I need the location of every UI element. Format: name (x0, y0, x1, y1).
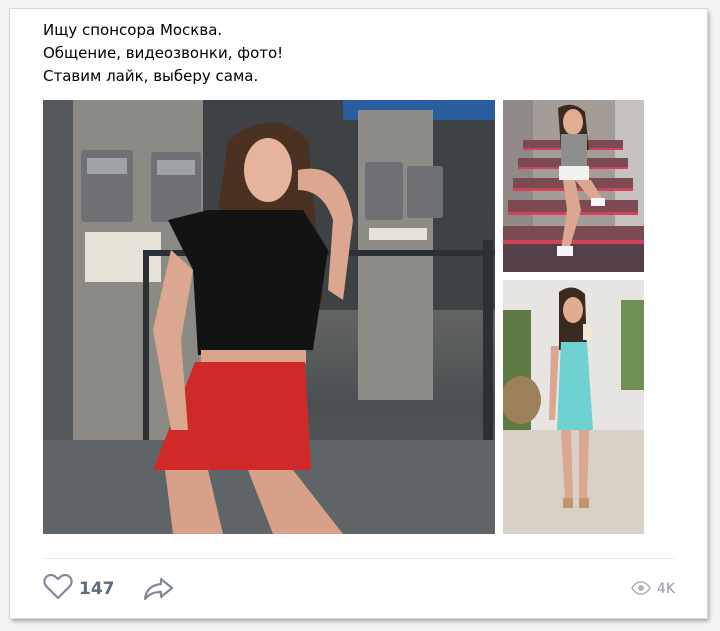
photo-main-image (43, 100, 495, 534)
photo-stairs-image (503, 100, 644, 272)
views-count: 4K (656, 581, 675, 597)
post-card: Ищу спонсора Москва. Общение, видеозвонк… (10, 9, 707, 618)
photo-dress-image (503, 280, 644, 534)
post-photo-dress[interactable] (503, 280, 644, 534)
post-text: Ищу спонсора Москва. Общение, видеозвонк… (43, 19, 283, 88)
post-text-line: Общение, видеозвонки, фото! (43, 44, 284, 62)
post-photo-main[interactable] (43, 100, 495, 534)
post-text-line: Ищу спонсора Москва. (43, 21, 223, 39)
views-counter: 4K (630, 574, 675, 604)
footer-divider (43, 558, 675, 559)
post-text-line: Ставим лайк, выберу сама. (43, 67, 259, 85)
post-photo-stairs[interactable] (503, 100, 644, 272)
like-button[interactable]: 147 (43, 573, 115, 604)
eye-icon (630, 580, 651, 599)
like-count: 147 (79, 579, 115, 599)
share-button[interactable] (143, 576, 175, 602)
post-footer: 147 4K (43, 573, 675, 604)
share-arrow-icon (143, 577, 175, 606)
heart-icon (43, 573, 73, 604)
